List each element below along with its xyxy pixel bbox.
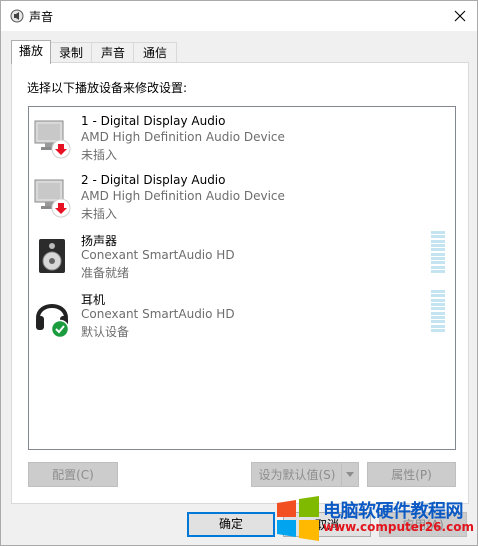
device-status: 未插入 [81, 207, 118, 221]
red-down-arrow-icon [51, 198, 71, 218]
properties-button[interactable]: 属性(P) [367, 462, 456, 487]
watermark-url: www.computer26.com [323, 520, 474, 534]
tab-communications[interactable]: 通信 [133, 42, 177, 63]
level-meter [431, 231, 445, 273]
windows-logo-icon [277, 496, 319, 541]
sound-dialog: 声音 播放 录制 声音 通信 选择以下播放设备来修改设置: 1 - Digita… [0, 0, 478, 546]
device-name: 1 - Digital Display Audio [81, 114, 226, 128]
level-meter [431, 290, 445, 332]
headphones-icon [36, 304, 70, 338]
speaker-device-icon [39, 239, 65, 273]
ok-button[interactable]: 确定 [187, 512, 275, 537]
device-status: 准备就绪 [81, 266, 130, 280]
device-item[interactable]: 扬声器 Conexant SmartAudio HD 准备就绪 [29, 225, 455, 283]
green-check-icon [50, 319, 70, 338]
device-description: AMD High Definition Audio Device [81, 189, 285, 203]
device-name: 耳机 [81, 293, 106, 307]
monitor-icon [34, 120, 71, 159]
device-name: 扬声器 [81, 234, 118, 248]
title-bar[interactable]: 声音 [1, 1, 477, 31]
red-down-arrow-icon [51, 139, 71, 159]
speaker-icon [10, 9, 24, 23]
device-list[interactable]: 1 - Digital Display Audio AMD High Defin… [28, 106, 456, 450]
device-status: 默认设备 [81, 325, 130, 339]
device-description: Conexant SmartAudio HD [81, 248, 235, 262]
tab-sounds[interactable]: 声音 [91, 42, 135, 63]
device-description: Conexant SmartAudio HD [81, 307, 235, 321]
configure-button[interactable]: 配置(C) [28, 462, 118, 487]
playback-panel: 选择以下播放设备来修改设置: 1 - Digital Display Audio… [11, 62, 469, 504]
close-icon [454, 10, 466, 22]
instruction-label: 选择以下播放设备来修改设置: [27, 81, 188, 95]
tab-playback[interactable]: 播放 [11, 40, 51, 64]
tab-recording[interactable]: 录制 [49, 42, 93, 63]
set-default-dropdown[interactable] [341, 463, 358, 486]
monitor-icon [34, 179, 71, 218]
device-name: 2 - Digital Display Audio [81, 173, 226, 187]
device-status: 未插入 [81, 148, 118, 162]
device-item[interactable]: 耳机 Conexant SmartAudio HD 默认设备 [29, 284, 455, 342]
set-default-label: 设为默认值(S) [258, 468, 336, 482]
chevron-down-icon [346, 472, 354, 477]
device-item[interactable]: 1 - Digital Display Audio AMD High Defin… [29, 107, 455, 165]
device-item[interactable]: 2 - Digital Display Audio AMD High Defin… [29, 166, 455, 224]
set-default-button[interactable]: 设为默认值(S) [251, 462, 359, 487]
window-title: 声音 [29, 10, 54, 24]
device-description: AMD High Definition Audio Device [81, 130, 285, 144]
watermark: 电脑软硬件教程网 www.computer26.com [271, 495, 477, 545]
close-button[interactable] [443, 1, 477, 31]
